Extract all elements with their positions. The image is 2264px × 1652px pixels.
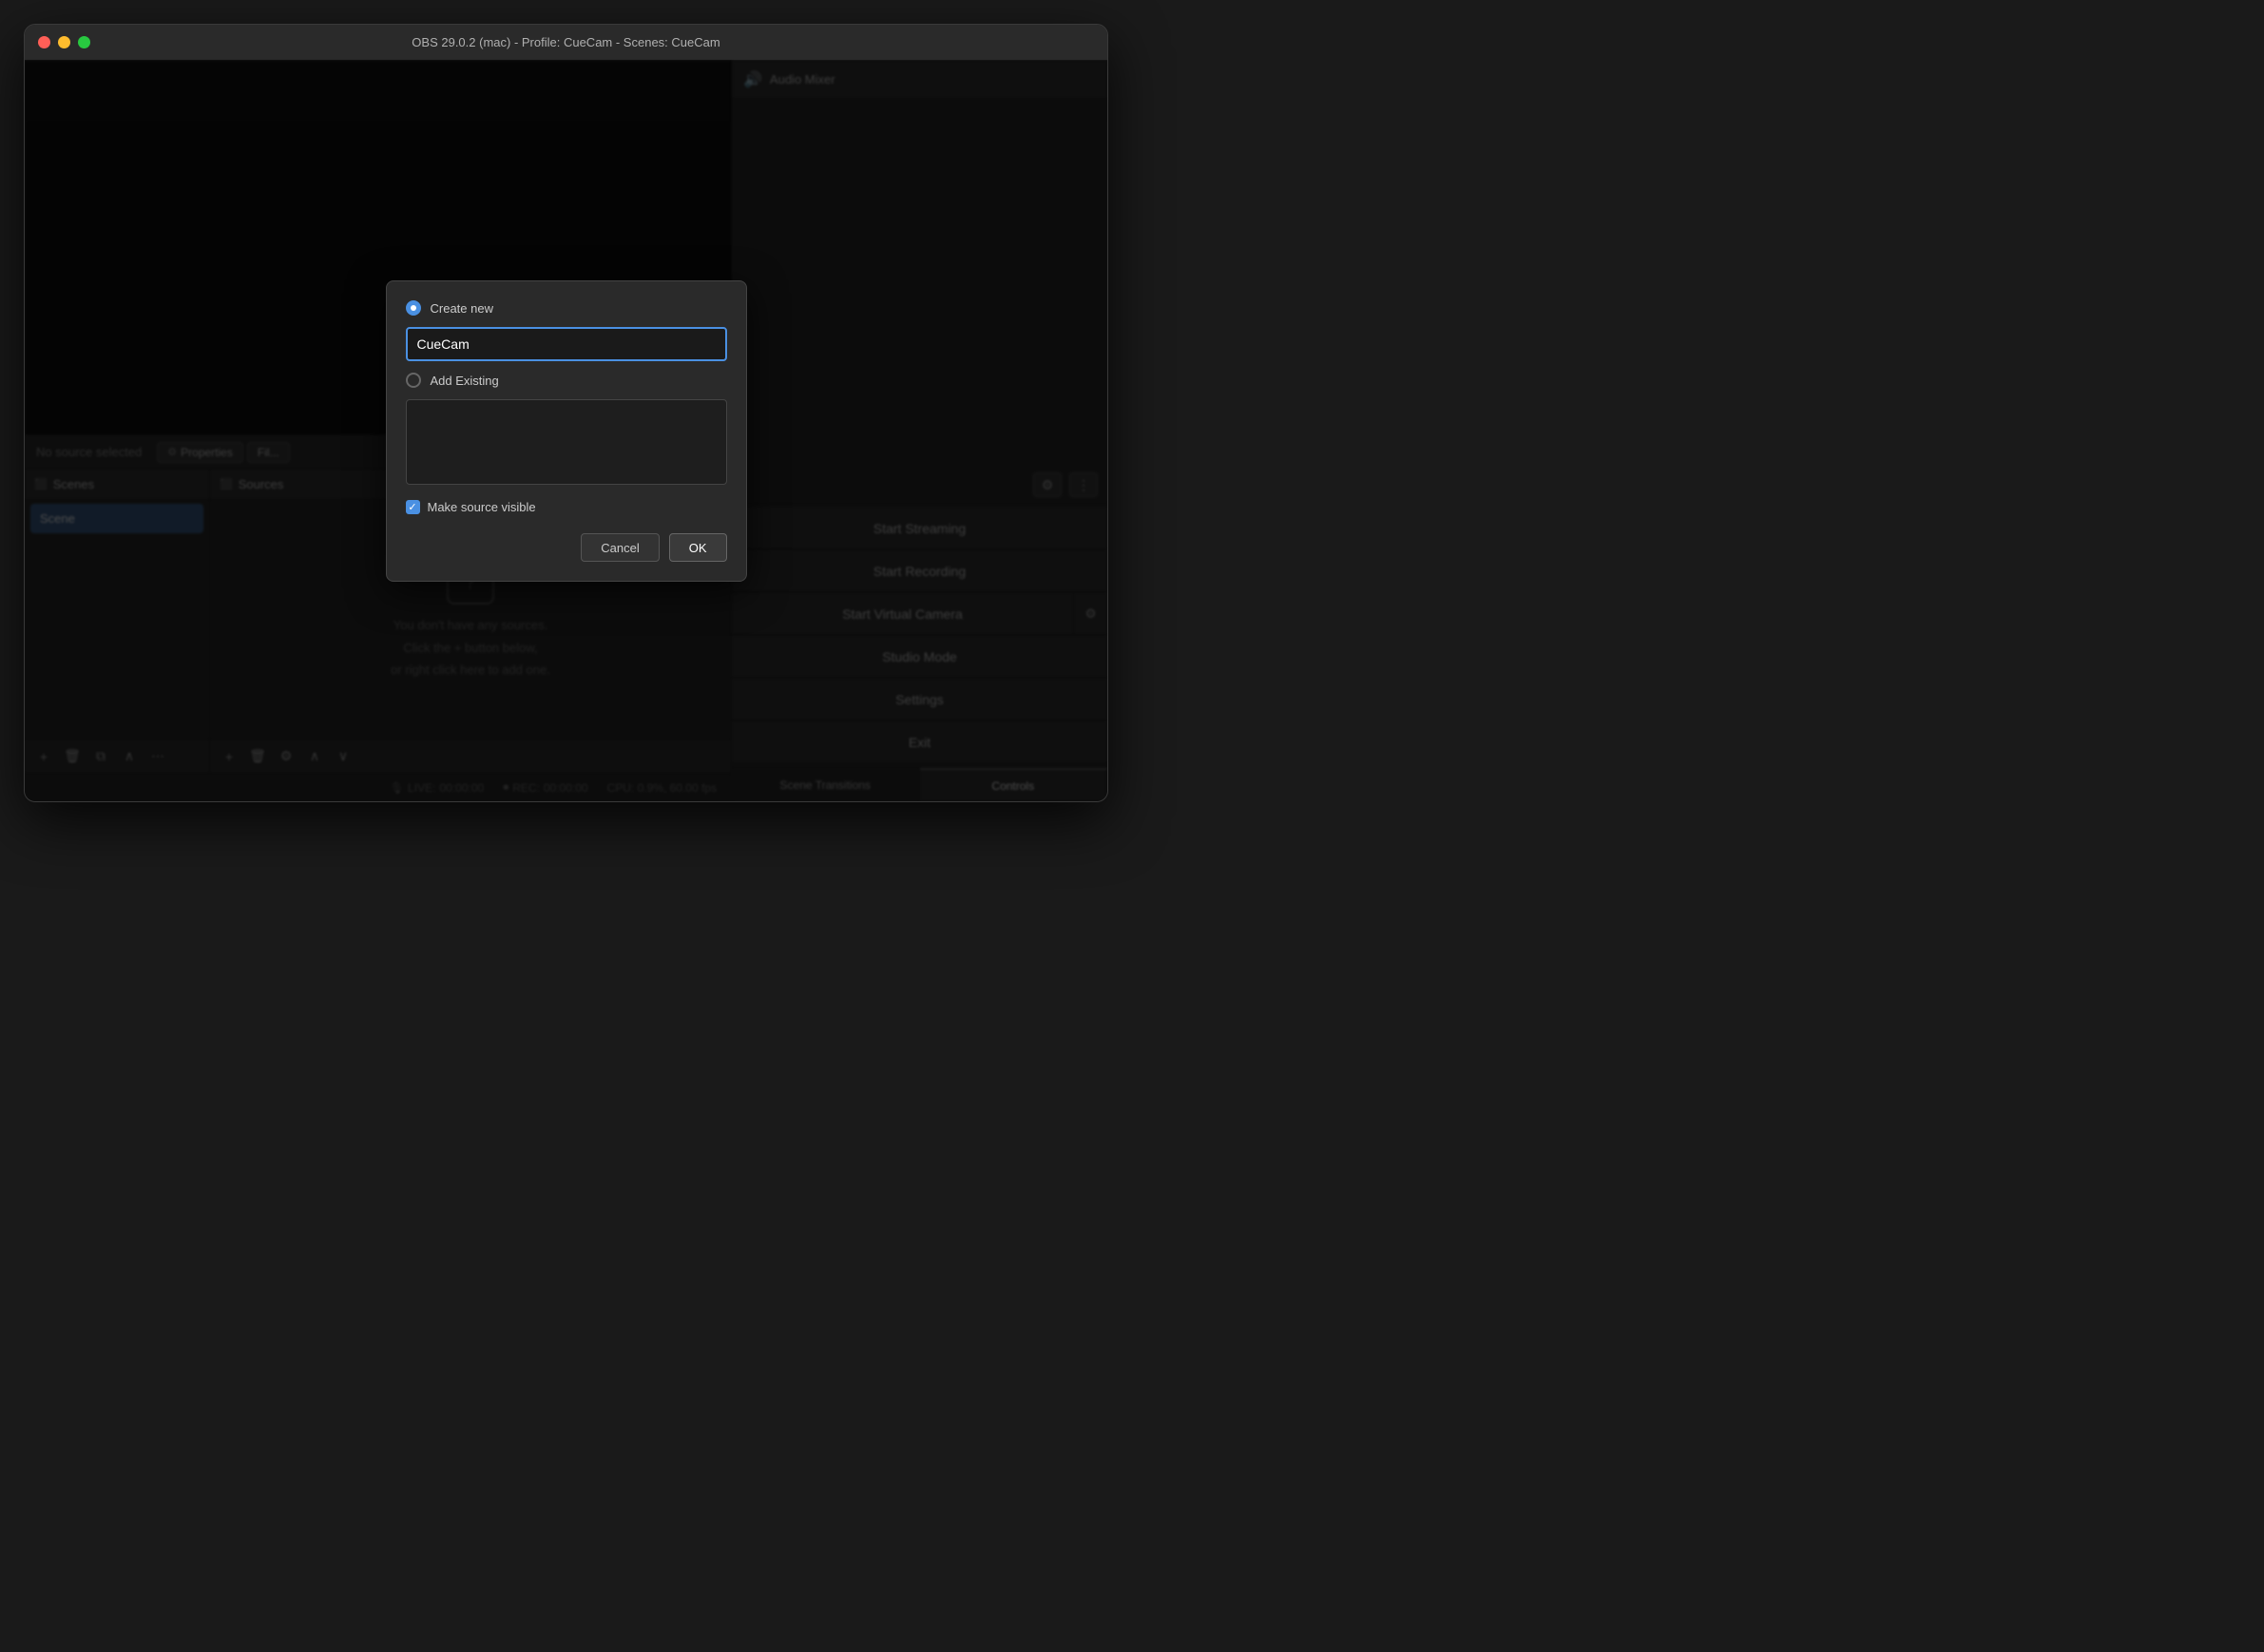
minimize-button[interactable] [58,36,70,48]
modal-dialog: Create new Add Existing ✓ Make source vi… [386,280,747,582]
create-new-option[interactable]: Create new [406,300,727,316]
ok-button[interactable]: OK [669,533,727,562]
create-new-label: Create new [431,301,493,316]
cancel-button[interactable]: Cancel [581,533,659,562]
make-visible-label: Make source visible [428,500,536,514]
add-existing-radio[interactable] [406,373,421,388]
existing-sources-list [406,399,727,485]
close-button[interactable] [38,36,50,48]
add-existing-label: Add Existing [431,374,499,388]
window-controls [38,36,90,48]
modal-overlay: Create new Add Existing ✓ Make source vi… [25,61,1107,801]
create-new-radio[interactable] [406,300,421,316]
titlebar: OBS 29.0.2 (mac) - Profile: CueCam - Sce… [25,25,1107,61]
obs-window: OBS 29.0.2 (mac) - Profile: CueCam - Sce… [24,24,1108,802]
main-layout: No source selected ⚙ Properties Fil... ⚙… [25,61,1107,801]
maximize-button[interactable] [78,36,90,48]
window-title: OBS 29.0.2 (mac) - Profile: CueCam - Sce… [412,35,719,49]
make-visible-row: ✓ Make source visible [406,500,727,514]
radio-inner [411,305,416,311]
modal-footer: Cancel OK [406,533,727,562]
add-existing-option[interactable]: Add Existing [406,373,727,388]
make-visible-checkbox[interactable]: ✓ [406,500,420,514]
source-name-input[interactable] [406,327,727,361]
